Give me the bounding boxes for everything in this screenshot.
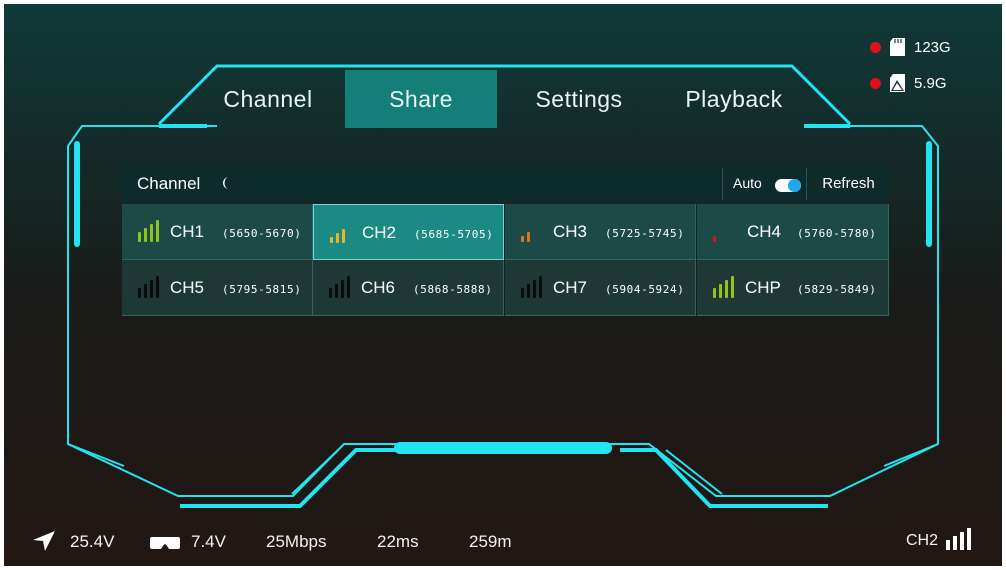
channel-cell-ch2[interactable]: CH2 (5685-5705) (313, 204, 504, 260)
channel-cell-ch3[interactable]: CH3 (5725-5745) (505, 204, 696, 260)
channel-cell-chp[interactable]: CHP (5829-5849) (697, 260, 889, 316)
record-dot (870, 78, 881, 89)
channel-frequency: (5868-5888) (413, 283, 493, 296)
channel-frequency: (5795-5815) (222, 283, 302, 296)
signal-bar (967, 528, 971, 550)
channel-cell-ch7[interactable]: CH7 (5904-5924) (505, 260, 696, 316)
moon-icon (223, 177, 229, 189)
tab-settings[interactable]: Settings (501, 70, 657, 128)
signal-bar (335, 284, 338, 298)
tab-share[interactable]: Share (345, 70, 497, 128)
channel-frequency: (5829-5849) (797, 283, 877, 296)
channel-name: CH7 (553, 278, 588, 297)
signal-bar (521, 236, 524, 242)
signal-bar (347, 276, 350, 298)
auto-toggle[interactable]: Auto (722, 168, 805, 200)
goggle-voltage: 7.4V (191, 532, 226, 551)
signal-strength-icon (521, 276, 547, 298)
signal-bar (144, 284, 147, 298)
signal-bar (341, 280, 344, 298)
channel-frequency: (5650-5670) (222, 227, 302, 240)
signal-bar (713, 288, 716, 298)
signal-bar (138, 288, 141, 298)
channel-cell-ch4[interactable]: CH4 (5760-5780) (697, 204, 889, 260)
channel-frequency: (5685-5705) (414, 228, 494, 241)
signal-strength-icon (138, 276, 164, 298)
storage-sd-value: 123G (914, 39, 951, 56)
storage-internal: 5.9G (870, 74, 970, 94)
panel-title: Channel (137, 174, 201, 193)
auto-label: Auto (733, 175, 762, 191)
switch-knob (788, 179, 801, 192)
navigation-arrow-icon (33, 531, 55, 551)
signal-bar (539, 276, 542, 298)
signal-bar (533, 280, 536, 298)
signal-bar (150, 224, 153, 242)
signal-bar (731, 276, 734, 298)
storage-internal-value: 5.9G (914, 75, 947, 92)
current-channel: CH2 (906, 532, 939, 549)
tab-playback[interactable]: Playback (657, 70, 811, 128)
channel-name: CH6 (361, 278, 396, 297)
signal-bar (527, 284, 530, 298)
goggle-screen: Channel Share Settings Playback 123G 5.9… (4, 4, 1002, 566)
distance: 259m (469, 532, 512, 551)
signal-bar (713, 236, 716, 242)
signal-bar (719, 284, 722, 298)
sd-card-icon (890, 38, 905, 56)
signal-bar (953, 536, 957, 550)
signal-bar (725, 280, 728, 298)
signal-strength-icon (138, 220, 164, 242)
channel-name: CH4 (747, 222, 782, 241)
channel-panel: Channel Auto Refresh CH1 (5650-5670) CH2 (5… (122, 166, 889, 316)
channel-name: CH5 (170, 278, 205, 297)
tab-channel[interactable]: Channel (190, 70, 346, 128)
signal-strength-icon (521, 222, 547, 242)
signal-bar (960, 532, 964, 550)
signal-strength-icon (946, 528, 971, 550)
signal-bar (144, 228, 147, 242)
storage-sd: 123G (870, 38, 970, 58)
auto-switch[interactable] (775, 179, 801, 192)
signal-strength-icon (713, 222, 739, 242)
channel-name: CH3 (553, 222, 588, 241)
signal-bar (329, 288, 332, 298)
channel-frequency: (5725-5745) (605, 227, 685, 240)
signal-strength-icon (329, 276, 355, 298)
refresh-button[interactable]: Refresh (806, 168, 890, 200)
signal-bar (156, 220, 159, 242)
channel-cell-ch1[interactable]: CH1 (5650-5670) (122, 204, 313, 260)
channel-frequency: (5760-5780) (797, 227, 877, 240)
channel-cell-ch6[interactable]: CH6 (5868-5888) (313, 260, 504, 316)
main-voltage: 25.4V (70, 532, 115, 551)
signal-bar (150, 280, 153, 298)
signal-strength-icon (713, 276, 739, 298)
goggles-icon (150, 537, 180, 549)
signal-bar (521, 288, 524, 298)
channel-name: CH1 (170, 222, 205, 241)
signal-bar (342, 229, 345, 243)
record-dot (870, 42, 881, 53)
channel-panel-header: Channel Auto Refresh (122, 166, 889, 202)
signal-bar (527, 232, 530, 242)
signal-bar (330, 237, 333, 243)
signal-bar (156, 276, 159, 298)
latency: 22ms (377, 532, 419, 551)
channel-name: CHP (745, 278, 781, 297)
channel-cell-ch5[interactable]: CH5 (5795-5815) (122, 260, 313, 316)
bitrate: 25Mbps (266, 532, 327, 551)
storage-icon (890, 74, 905, 92)
signal-bar (138, 232, 141, 242)
channel-name: CH2 (362, 223, 397, 242)
signal-strength-icon (330, 223, 356, 243)
signal-bar (336, 233, 339, 243)
signal-bar (946, 540, 950, 550)
channel-frequency: (5904-5924) (605, 283, 685, 296)
